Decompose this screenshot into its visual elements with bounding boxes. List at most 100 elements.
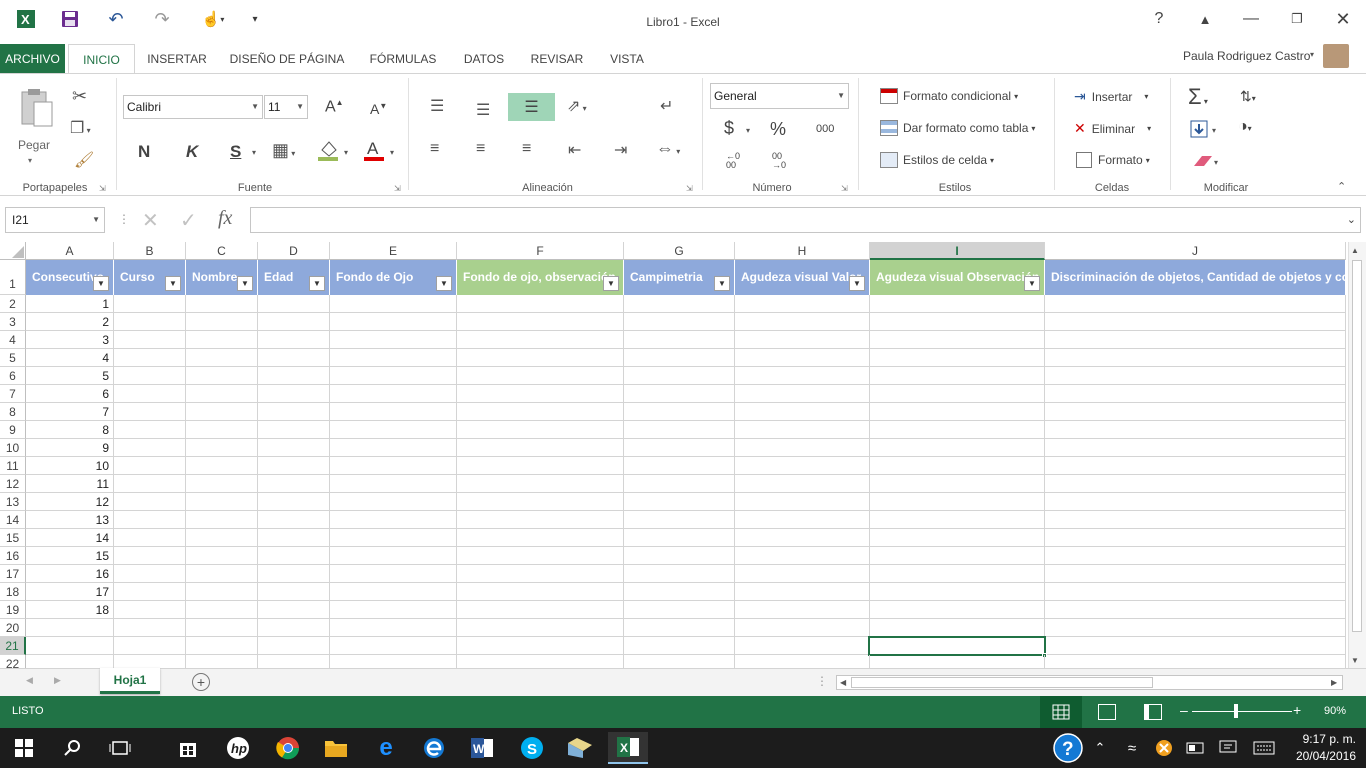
font-size-combo[interactable]: 11 ▼ <box>264 95 308 119</box>
table-cell[interactable] <box>624 367 735 385</box>
table-cell[interactable] <box>1045 385 1346 403</box>
table-cell[interactable] <box>258 457 330 475</box>
store-icon[interactable] <box>168 732 208 764</box>
windows-start-icon[interactable] <box>4 732 44 764</box>
table-cell[interactable] <box>624 385 735 403</box>
table-cell[interactable] <box>258 295 330 313</box>
table-cell[interactable]: 18 <box>26 601 114 619</box>
align-top-icon[interactable]: ☰ <box>430 96 444 116</box>
decrease-font-icon[interactable]: A▼ <box>370 101 387 117</box>
table-cell[interactable]: 11 <box>26 475 114 493</box>
table-cell[interactable] <box>1045 565 1346 583</box>
row-header[interactable]: 16 <box>0 547 26 565</box>
table-header-cell[interactable]: Fondo de Ojo ▼ <box>330 260 457 295</box>
table-cell[interactable] <box>258 529 330 547</box>
find-select-icon[interactable]: ◑▾ <box>1238 118 1252 136</box>
table-cell[interactable] <box>114 529 186 547</box>
row-header[interactable]: 3 <box>0 313 26 331</box>
column-header[interactable]: F <box>457 242 624 260</box>
row-header[interactable]: 15 <box>0 529 26 547</box>
table-cell[interactable] <box>1045 403 1346 421</box>
decrease-decimal-button[interactable]: 00 →0 <box>772 152 786 170</box>
row-header[interactable]: 2 <box>0 295 26 313</box>
table-header-cell[interactable]: Edad ▼ <box>258 260 330 295</box>
table-cell[interactable] <box>186 565 258 583</box>
table-cell[interactable] <box>186 511 258 529</box>
paste-dropdown-icon[interactable]: ▾ <box>28 156 32 165</box>
table-cell[interactable]: 10 <box>26 457 114 475</box>
table-cell[interactable] <box>258 313 330 331</box>
table-cell[interactable] <box>735 655 870 668</box>
table-cell[interactable]: 13 <box>26 511 114 529</box>
italic-button[interactable]: K <box>186 142 198 162</box>
paste-label[interactable]: Pegar <box>18 138 50 152</box>
row-header[interactable]: 6 <box>0 367 26 385</box>
table-cell[interactable]: 6 <box>26 385 114 403</box>
table-cell[interactable] <box>186 637 258 655</box>
table-cell[interactable] <box>735 331 870 349</box>
fill-icon[interactable]: ▾ <box>1190 120 1222 140</box>
autosum-icon[interactable]: Σ ▾ <box>1188 84 1208 110</box>
table-cell[interactable] <box>258 547 330 565</box>
table-cell[interactable] <box>258 619 330 637</box>
cancel-icon[interactable]: ✕ <box>142 208 159 233</box>
table-cell[interactable] <box>1045 313 1346 331</box>
number-launcher-icon[interactable]: ⇲ <box>841 184 848 193</box>
row-header[interactable]: 22 <box>0 655 26 668</box>
cut-icon[interactable]: ✂ <box>72 86 87 107</box>
table-cell[interactable] <box>735 367 870 385</box>
table-cell[interactable] <box>624 565 735 583</box>
table-cell[interactable] <box>870 565 1045 583</box>
table-cell[interactable] <box>258 331 330 349</box>
filter-dropdown-icon[interactable]: ▼ <box>309 276 325 291</box>
table-cell[interactable] <box>1045 655 1346 668</box>
table-cell[interactable] <box>330 349 457 367</box>
table-cell[interactable]: 15 <box>26 547 114 565</box>
table-cell[interactable] <box>870 457 1045 475</box>
table-cell[interactable] <box>1045 583 1346 601</box>
table-cell[interactable] <box>186 619 258 637</box>
skype-icon[interactable]: S <box>512 732 552 764</box>
table-cell[interactable] <box>457 439 624 457</box>
underline-button[interactable]: S <box>230 142 241 162</box>
table-cell[interactable] <box>735 403 870 421</box>
table-cell[interactable] <box>1045 439 1346 457</box>
row-header[interactable]: 10 <box>0 439 26 457</box>
horizontal-scroll-thumb[interactable] <box>851 677 1153 688</box>
table-cell[interactable] <box>457 421 624 439</box>
table-cell[interactable] <box>735 601 870 619</box>
table-cell[interactable] <box>186 313 258 331</box>
table-cell[interactable]: 2 <box>26 313 114 331</box>
table-header-cell[interactable]: Fondo de ojo, observación ▼ <box>457 260 624 295</box>
font-color-dropdown-icon[interactable]: ▾ <box>390 148 394 157</box>
edge-icon[interactable] <box>414 732 454 764</box>
format-painter-icon[interactable]: 🖌 <box>74 150 94 170</box>
table-cell[interactable] <box>114 511 186 529</box>
table-cell[interactable] <box>1045 457 1346 475</box>
table-cell[interactable] <box>330 421 457 439</box>
table-cell[interactable] <box>186 421 258 439</box>
table-cell[interactable] <box>870 385 1045 403</box>
notifications-icon[interactable] <box>1208 732 1248 764</box>
table-cell[interactable] <box>735 619 870 637</box>
delete-cells-button[interactable]: ✕ Eliminar ▾ <box>1074 120 1151 137</box>
align-center-icon[interactable]: ≡ <box>476 140 485 158</box>
active-cell-outline[interactable] <box>868 636 1046 656</box>
table-cell[interactable] <box>114 601 186 619</box>
table-header-cell[interactable]: Nombre ▼ <box>186 260 258 295</box>
table-cell[interactable] <box>186 367 258 385</box>
word-icon[interactable]: W <box>462 732 502 764</box>
table-cell[interactable] <box>457 367 624 385</box>
table-cell[interactable] <box>735 493 870 511</box>
table-cell[interactable] <box>870 421 1045 439</box>
font-name-combo[interactable]: Calibri ▼ <box>123 95 263 119</box>
restore-button[interactable]: ❐ <box>1282 8 1312 30</box>
font-launcher-icon[interactable]: ⇲ <box>394 184 401 193</box>
table-cell[interactable] <box>330 493 457 511</box>
table-cell[interactable] <box>624 529 735 547</box>
filter-dropdown-icon[interactable]: ▼ <box>1024 276 1040 291</box>
table-cell[interactable] <box>457 619 624 637</box>
table-cell[interactable] <box>114 349 186 367</box>
table-cell[interactable] <box>330 295 457 313</box>
table-cell[interactable] <box>114 493 186 511</box>
